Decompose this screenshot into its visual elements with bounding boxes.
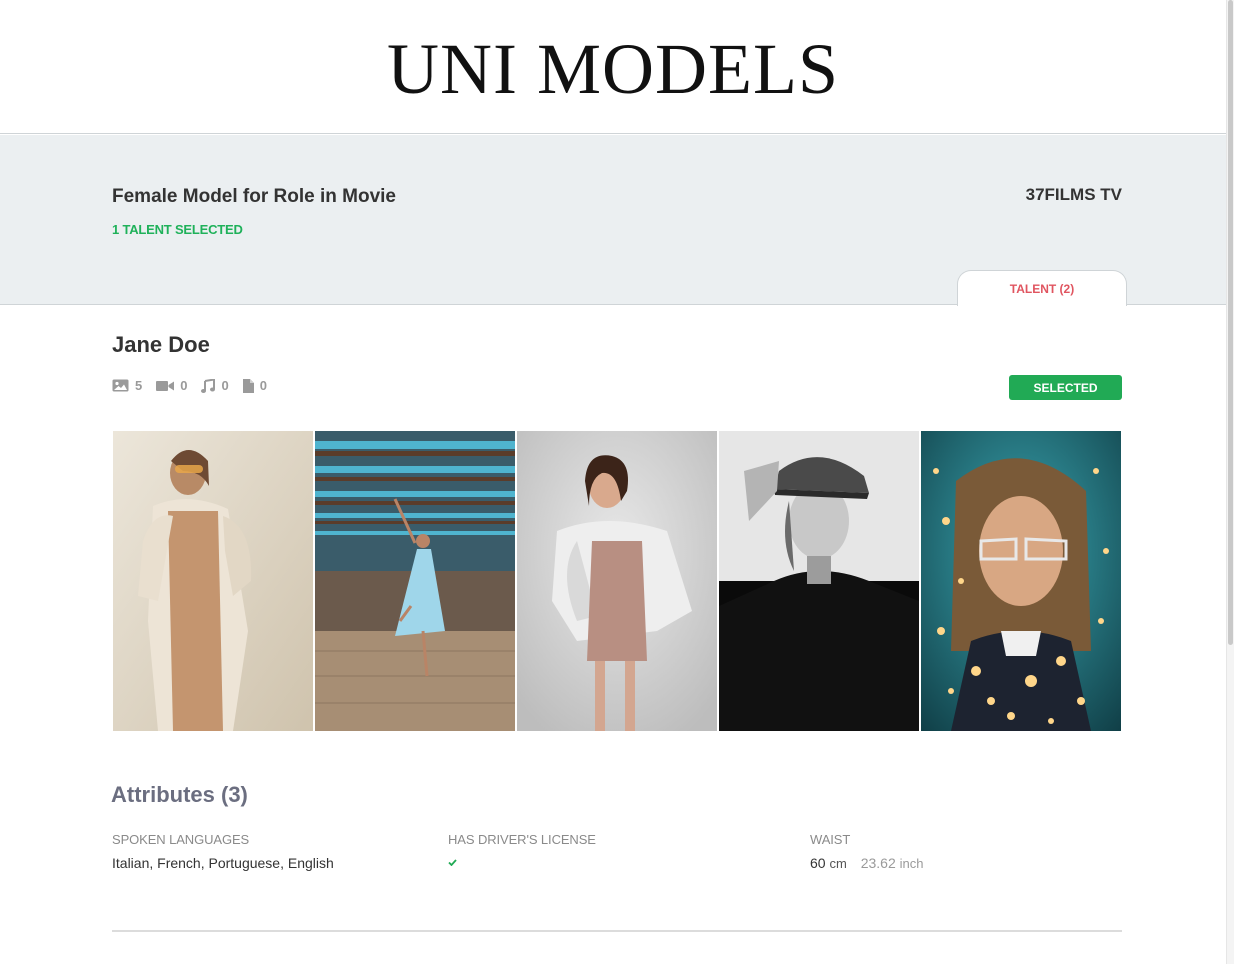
check-icon — [448, 853, 596, 871]
video-camera-icon — [156, 380, 175, 392]
scrollbar-thumb[interactable] — [1228, 0, 1233, 645]
document-count-value: 0 — [259, 378, 267, 393]
talent-name: Jane Doe — [112, 332, 210, 357]
document-count: 0 — [242, 378, 267, 393]
music-note-icon — [201, 378, 216, 393]
selected-status-button[interactable]: SELECTED — [1009, 375, 1122, 400]
gallery-photo-2[interactable] — [315, 431, 515, 731]
attribute-drivers-license: HAS DRIVER'S LICENSE — [448, 832, 596, 871]
attribute-spoken-languages: SPOKEN LANGUAGES Italian, French, Portug… — [112, 832, 334, 871]
gallery-photo-1[interactable] — [113, 431, 313, 731]
site-logo[interactable]: UNI MODELS — [387, 33, 839, 105]
client-name: 37FILMS TV — [1025, 185, 1122, 204]
waist-unit: cm — [829, 856, 847, 871]
gallery-photo-3[interactable] — [517, 431, 717, 731]
project-title: Female Model for Role in Movie — [112, 186, 396, 207]
attribute-waist: WAIST 60 cm 23.62 inch — [810, 832, 924, 871]
audio-count-value: 0 — [221, 378, 229, 393]
video-count-value: 0 — [180, 378, 188, 393]
project-header: Female Model for Role in Movie 1 TALENT … — [0, 135, 1226, 306]
site-header: UNI MODELS — [0, 0, 1226, 134]
gallery-photo-4[interactable] — [719, 431, 919, 731]
photo-count-value: 5 — [135, 378, 143, 393]
image-icon — [112, 379, 129, 392]
attribute-value: 60 cm 23.62 inch — [810, 855, 924, 871]
attribute-label: HAS DRIVER'S LICENSE — [448, 832, 596, 847]
attribute-value: Italian, French, Portuguese, English — [112, 855, 334, 871]
attributes-title: Attributes (3) — [111, 782, 248, 807]
media-counts: 5 0 0 0 — [112, 378, 267, 393]
photo-gallery — [113, 431, 1122, 731]
document-icon — [242, 378, 254, 393]
selected-count-badge: 1 TALENT SELECTED — [112, 222, 243, 237]
section-divider — [112, 930, 1122, 932]
photo-count: 5 — [112, 378, 142, 393]
gallery-photo-5[interactable] — [921, 431, 1121, 731]
attribute-label: WAIST — [810, 832, 851, 847]
waist-alt-value: 23.62 — [860, 855, 896, 871]
audio-count: 0 — [201, 378, 229, 393]
tab-talent[interactable]: TALENT (2) — [957, 270, 1127, 306]
attribute-label: SPOKEN LANGUAGES — [112, 832, 250, 847]
waist-value: 60 — [810, 855, 826, 871]
video-count: 0 — [156, 378, 187, 393]
waist-alt-unit: inch — [899, 856, 924, 871]
page-scrollbar[interactable] — [1226, 0, 1234, 964]
